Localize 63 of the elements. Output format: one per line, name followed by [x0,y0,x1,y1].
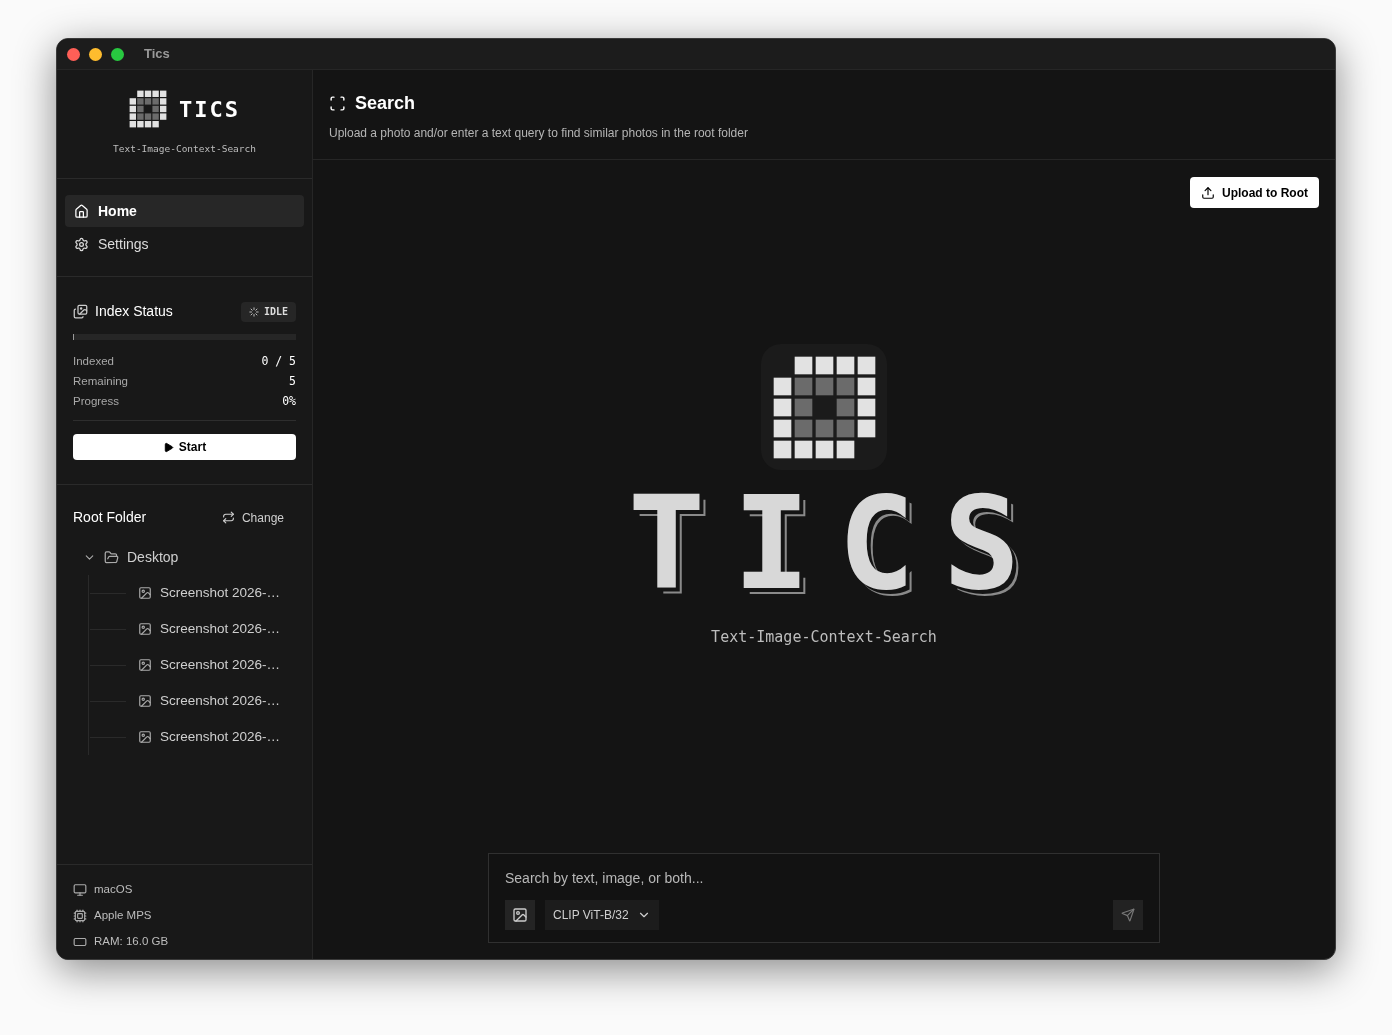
upload-button[interactable]: Upload to Root [1190,177,1319,208]
nav-item[interactable]: Settings [65,228,304,261]
change-button[interactable]: Change [221,508,284,527]
model-dropdown[interactable]: CLIP ViT-B/32 [545,900,659,930]
stat-label: Progress [73,393,120,409]
nav-item[interactable]: Home [65,195,304,228]
tree-item[interactable]: Screenshot 2026-… [126,727,281,748]
file-name: Screenshot 2026-… [160,584,281,603]
upload-icon [1201,185,1215,200]
start-button[interactable]: Start [73,434,296,461]
minimize-button[interactable] [89,47,102,61]
file-name: Screenshot 2026-… [160,728,281,747]
search-input[interactable]: Search by text, image, or both... [505,868,1143,889]
file-name: Screenshot 2026-… [160,656,281,675]
tree-folder[interactable]: Desktop [83,539,296,576]
image-icon [138,658,152,673]
settings-icon [74,236,89,252]
stat-value: 0 / 5 [261,352,296,370]
page-title: Search [355,92,416,115]
page-subtitle: Upload a photo and/or enter a text query to find similar photos in the root folder [329,125,749,142]
image-icon [138,586,152,601]
system-info: Apple MPS [94,908,152,924]
system-info: macOS [94,882,133,898]
send-icon [1121,908,1135,922]
tree-item[interactable]: Screenshot 2026-… [126,691,281,712]
hero-title: TICS [626,484,1049,604]
scan-icon [329,95,346,112]
memory-icon [73,935,87,949]
tree-item[interactable]: Screenshot 2026-… [126,619,281,640]
pixel-logo-icon [129,90,167,128]
image-icon [138,730,152,745]
send-button[interactable] [1113,900,1143,930]
stat-label: Indexed [73,353,114,369]
stat-label: Remaining [73,373,128,389]
section-title: Root Folder [73,508,147,528]
swap-icon [221,511,235,525]
monitor-icon [73,883,87,897]
stat-value: 5 [289,372,296,390]
tree-item[interactable]: Screenshot 2026-… [126,655,281,676]
status-badge: IDLE [240,301,296,322]
file-name: Screenshot 2026-… [160,692,281,711]
section-title: Index Status [95,302,173,322]
image-icon [138,622,152,637]
close-button[interactable] [67,47,80,61]
window-title: Tics [144,45,170,64]
folder-icon [104,549,119,565]
image-icon [138,694,152,709]
file-name: Screenshot 2026-… [160,620,281,639]
zoom-button[interactable] [111,47,124,61]
hero-tagline: Text-Image-Context-Search [711,627,937,648]
attach-image-button[interactable] [505,900,535,930]
loader-icon [248,306,259,317]
play-icon [162,441,174,453]
chip-icon [73,909,87,923]
image-icon [512,907,528,923]
tree-item[interactable]: Screenshot 2026-… [126,583,281,604]
app-tagline: Text-Image-Context-Search [113,142,256,156]
system-info: RAM: 16.0 GB [94,934,169,950]
stat-value: 0% [282,392,296,410]
home-icon [74,203,89,219]
app-name: TICS [179,95,240,124]
images-icon [73,304,88,320]
pixel-logo-icon [771,354,877,460]
